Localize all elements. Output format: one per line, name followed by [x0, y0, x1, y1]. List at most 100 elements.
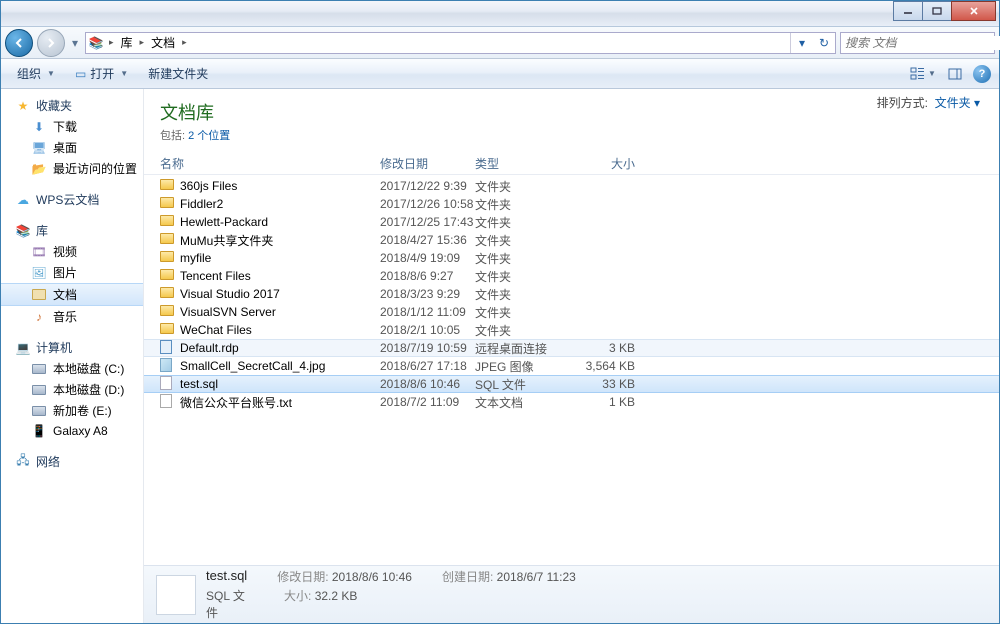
- chevron-right-icon[interactable]: ▸: [179, 37, 190, 48]
- file-row[interactable]: myfile2018/4/9 19:09文件夹: [144, 249, 999, 267]
- star-icon: ★: [15, 98, 31, 114]
- sidebar-wps[interactable]: WPS云文档: [36, 191, 99, 208]
- file-type: 文件夹: [475, 250, 575, 267]
- file-row[interactable]: Default.rdp2018/7/19 10:59远程桌面连接3 KB: [144, 339, 999, 357]
- file-name: SmallCell_SecretCall_4.jpg: [180, 359, 380, 373]
- file-row[interactable]: WeChat Files2018/2/1 10:05文件夹: [144, 321, 999, 339]
- view-options-button[interactable]: ▼: [909, 63, 937, 85]
- sidebar-item-documents[interactable]: 文档: [1, 283, 143, 306]
- nav-back-button[interactable]: [5, 29, 33, 57]
- folder-icon: [160, 233, 174, 244]
- sidebar-item-downloads[interactable]: ⬇下载: [1, 116, 143, 137]
- file-date: 2018/4/9 19:09: [380, 251, 475, 265]
- file-type: 文件夹: [475, 268, 575, 285]
- sidebar-network[interactable]: 网络: [36, 453, 60, 470]
- search-input[interactable]: [845, 36, 1000, 50]
- file-row[interactable]: SmallCell_SecretCall_4.jpg2018/6/27 17:1…: [144, 357, 999, 375]
- breadcrumb[interactable]: 📚 ▸ 库 ▸ 文档 ▸ ▾ ↻: [85, 32, 836, 54]
- breadcrumb-dropdown[interactable]: ▾: [791, 33, 813, 53]
- sidebar-item-drive-d[interactable]: 本地磁盘 (D:): [1, 379, 143, 400]
- music-icon: ♪: [31, 309, 47, 325]
- sidebar-item-galaxy[interactable]: 📱Galaxy A8: [1, 421, 143, 441]
- col-name[interactable]: 名称: [160, 155, 380, 172]
- search-box[interactable]: 🔍: [840, 32, 995, 54]
- file-row[interactable]: 360js Files2017/12/22 9:39文件夹: [144, 177, 999, 195]
- breadcrumb-seg-documents[interactable]: 文档: [147, 33, 179, 53]
- file-date: 2018/8/6 10:46: [380, 377, 475, 391]
- titlebar: [1, 1, 999, 27]
- refresh-button[interactable]: ↻: [813, 33, 835, 53]
- file-row[interactable]: Visual Studio 20172018/3/23 9:29文件夹: [144, 285, 999, 303]
- newfolder-button[interactable]: 新建文件夹: [140, 63, 216, 84]
- file-name: Visual Studio 2017: [180, 287, 380, 301]
- nav-forward-button[interactable]: [37, 29, 65, 57]
- minimize-button[interactable]: [893, 1, 923, 21]
- file-row[interactable]: VisualSVN Server2018/1/12 11:09文件夹: [144, 303, 999, 321]
- chevron-right-icon[interactable]: ▸: [106, 37, 117, 48]
- breadcrumb-seg-libraries[interactable]: 库: [117, 33, 137, 53]
- chevron-right-icon[interactable]: ▸: [137, 37, 148, 48]
- video-icon: 🎞: [31, 244, 47, 260]
- folder-icon: [160, 197, 174, 208]
- explorer-window: ▾ 📚 ▸ 库 ▸ 文档 ▸ ▾ ↻ 🔍 组织▼ ▭打开▼ 新建文件夹 ▼: [0, 0, 1000, 624]
- file-size: 3 KB: [575, 341, 635, 355]
- file-row[interactable]: test.sql2018/8/6 10:46SQL 文件33 KB: [144, 375, 999, 393]
- cloud-icon: ☁: [15, 192, 31, 208]
- folder-icon: [160, 179, 174, 190]
- sidebar-computer[interactable]: 计算机: [36, 339, 72, 356]
- folder-icon: [160, 215, 174, 226]
- includes-link[interactable]: 2 个位置: [188, 130, 230, 142]
- file-name: Hewlett-Packard: [180, 215, 380, 229]
- col-date[interactable]: 修改日期: [380, 155, 475, 172]
- file-type: SQL 文件: [475, 376, 575, 393]
- file-row[interactable]: 微信公众平台账号.txt2018/7/2 11:09文本文档1 KB: [144, 393, 999, 411]
- preview-pane-button[interactable]: [941, 63, 969, 85]
- download-icon: ⬇: [31, 119, 47, 135]
- sidebar-item-recent[interactable]: 📂最近访问的位置: [1, 158, 143, 179]
- column-headers[interactable]: 名称 修改日期 类型 大小: [144, 149, 999, 175]
- close-button[interactable]: [951, 1, 996, 21]
- sidebar-item-pictures[interactable]: 🖼图片: [1, 262, 143, 283]
- sidebar-item-desktop[interactable]: 🖥桌面: [1, 137, 143, 158]
- help-button[interactable]: ?: [973, 65, 991, 83]
- network-icon: 🖧: [15, 454, 31, 470]
- library-title: 文档库: [160, 99, 983, 125]
- file-name: Tencent Files: [180, 269, 380, 283]
- file-type: 文件夹: [475, 232, 575, 249]
- col-size[interactable]: 大小: [575, 155, 635, 172]
- file-name: 微信公众平台账号.txt: [180, 394, 380, 411]
- file-thumbnail: [156, 575, 196, 615]
- file-row[interactable]: MuMu共享文件夹2018/4/27 15:36文件夹: [144, 231, 999, 249]
- sidebar-item-drive-c[interactable]: 本地磁盘 (C:): [1, 358, 143, 379]
- open-button[interactable]: ▭打开▼: [67, 63, 136, 84]
- maximize-button[interactable]: [922, 1, 952, 21]
- sidebar-item-videos[interactable]: 🎞视频: [1, 241, 143, 262]
- sidebar-favorites[interactable]: 收藏夹: [36, 97, 72, 114]
- file-list[interactable]: 360js Files2017/12/22 9:39文件夹Fiddler2201…: [144, 175, 999, 565]
- file-row[interactable]: Hewlett-Packard2017/12/25 17:43文件夹: [144, 213, 999, 231]
- toolbar: 组织▼ ▭打开▼ 新建文件夹 ▼ ?: [1, 59, 999, 89]
- file-size: 33 KB: [575, 377, 635, 391]
- file-icon: [160, 358, 172, 372]
- sidebar-item-music[interactable]: ♪音乐: [1, 306, 143, 327]
- file-name: VisualSVN Server: [180, 305, 380, 319]
- details-filename: test.sql: [206, 568, 247, 585]
- phone-icon: 📱: [31, 423, 47, 439]
- file-type: 文件夹: [475, 214, 575, 231]
- file-date: 2018/6/27 17:18: [380, 359, 475, 373]
- col-type[interactable]: 类型: [475, 155, 575, 172]
- content-pane: 文档库 包括: 2 个位置 排列方式: 文件夹 ▾ 名称 修改日期 类型 大小 …: [144, 89, 999, 623]
- recent-icon: 📂: [31, 161, 47, 177]
- file-row[interactable]: Fiddler22017/12/26 10:58文件夹: [144, 195, 999, 213]
- file-row[interactable]: Tencent Files2018/8/6 9:27文件夹: [144, 267, 999, 285]
- file-size: 3,564 KB: [575, 359, 635, 373]
- nav-history-dropdown[interactable]: ▾: [69, 36, 81, 50]
- details-filetype: SQL 文件: [206, 587, 254, 621]
- file-icon: [160, 394, 172, 408]
- file-date: 2018/7/19 10:59: [380, 341, 475, 355]
- file-date: 2018/8/6 9:27: [380, 269, 475, 283]
- sidebar-item-drive-e[interactable]: 新加卷 (E:): [1, 400, 143, 421]
- arrange-by[interactable]: 排列方式: 文件夹 ▾: [877, 94, 980, 111]
- organize-button[interactable]: 组织▼: [9, 63, 63, 84]
- sidebar-libraries[interactable]: 库: [36, 222, 48, 239]
